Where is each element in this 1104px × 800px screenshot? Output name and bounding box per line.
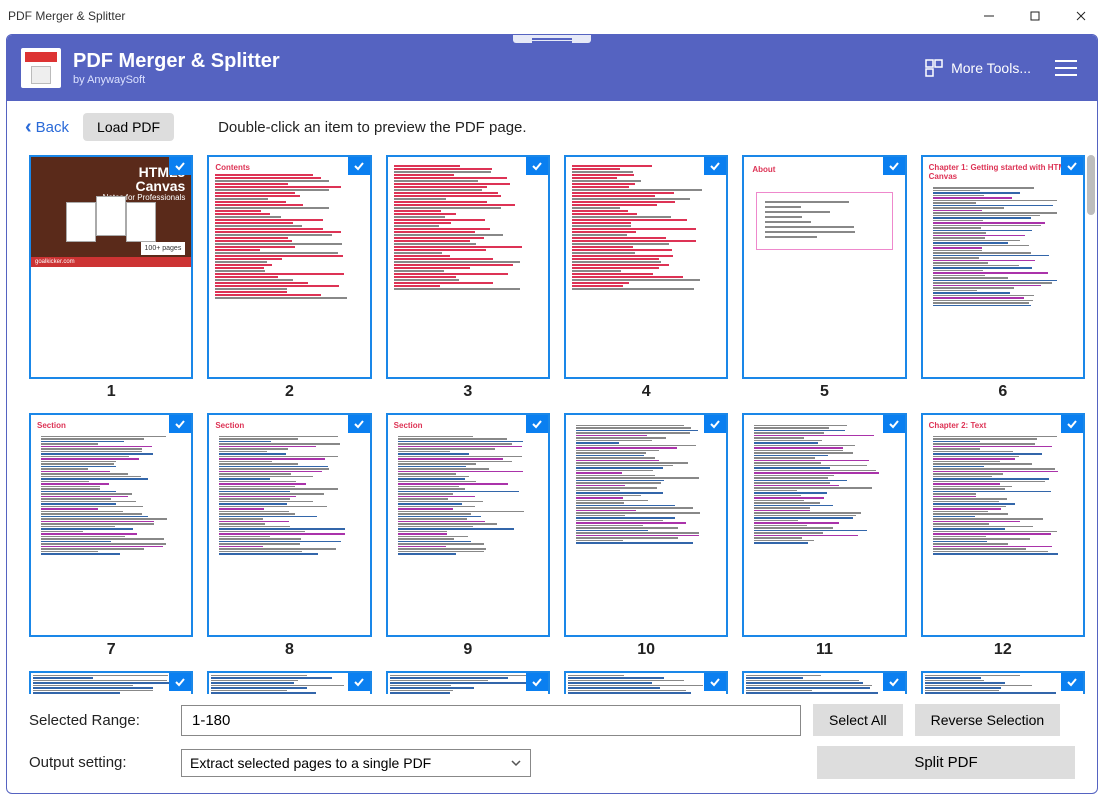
page-thumbnail[interactable]: Chapter 1: Getting started with HTML5 Ca… — [921, 155, 1085, 401]
page-thumbnail[interactable] — [29, 671, 193, 694]
selected-check-icon — [1061, 673, 1083, 691]
page-thumbnail[interactable]: Section7 — [29, 413, 193, 659]
selected-check-icon — [348, 673, 370, 691]
page-thumbnail[interactable]: Section8 — [207, 413, 371, 659]
reverse-selection-button[interactable]: Reverse Selection — [915, 704, 1061, 736]
page-thumbnail[interactable]: 3 — [386, 155, 550, 401]
menu-button[interactable] — [1051, 56, 1081, 80]
pages-area: HTML5CanvasNotes for Professionals100+ p… — [7, 151, 1097, 694]
page-thumbnail[interactable] — [207, 671, 371, 694]
page-number: 1 — [107, 383, 116, 401]
page-thumbnail[interactable] — [386, 671, 550, 694]
bottom-panel: Selected Range: Select All Reverse Selec… — [7, 694, 1097, 793]
selected-check-icon — [1061, 157, 1083, 175]
app-title: PDF Merger & Splitter — [73, 50, 925, 72]
page-number: 6 — [998, 383, 1007, 401]
page-number: 9 — [463, 641, 472, 659]
selected-check-icon — [348, 415, 370, 433]
page-thumbnail[interactable]: 11 — [742, 413, 906, 659]
scrollbar[interactable] — [1087, 155, 1095, 215]
split-pdf-button[interactable]: Split PDF — [817, 746, 1075, 779]
selected-check-icon — [526, 157, 548, 175]
page-number: 2 — [285, 383, 294, 401]
app-logo-icon — [21, 48, 61, 88]
page-thumbnail[interactable]: HTML5CanvasNotes for Professionals100+ p… — [29, 155, 193, 401]
selected-check-icon — [526, 415, 548, 433]
page-number: 7 — [107, 641, 116, 659]
selected-check-icon — [526, 673, 548, 691]
output-select-value: Extract selected pages to a single PDF — [190, 755, 431, 771]
window-minimize-button[interactable] — [966, 0, 1012, 32]
selected-check-icon — [704, 673, 726, 691]
page-number: 4 — [642, 383, 651, 401]
page-thumbnail[interactable]: About5 — [742, 155, 906, 401]
page-number: 11 — [816, 641, 833, 659]
page-thumbnail[interactable]: Chapter 2: Text12 — [921, 413, 1085, 659]
more-tools-button[interactable]: More Tools... — [925, 59, 1031, 77]
page-thumbnail[interactable]: Section9 — [386, 413, 550, 659]
load-pdf-button[interactable]: Load PDF — [83, 113, 174, 141]
page-number: 8 — [285, 641, 294, 659]
selected-check-icon — [883, 415, 905, 433]
output-label: Output setting: — [29, 754, 169, 771]
grid-icon — [925, 59, 943, 77]
selected-check-icon — [1061, 415, 1083, 433]
app-subtitle: by AnywaySoft — [73, 74, 925, 86]
drag-handle[interactable] — [512, 34, 592, 44]
page-number: 5 — [820, 383, 829, 401]
range-label: Selected Range: — [29, 712, 169, 729]
chevron-down-icon — [510, 757, 522, 769]
more-tools-label: More Tools... — [951, 60, 1031, 76]
page-number: 3 — [463, 383, 472, 401]
toolbar: Back Load PDF Double-click an item to pr… — [7, 101, 1097, 151]
page-thumbnail[interactable] — [564, 671, 728, 694]
hint-text: Double-click an item to preview the PDF … — [218, 119, 526, 136]
page-thumbnail[interactable]: 10 — [564, 413, 728, 659]
range-input[interactable] — [181, 705, 801, 736]
selected-check-icon — [169, 415, 191, 433]
page-thumbnail[interactable]: 4 — [564, 155, 728, 401]
selected-check-icon — [169, 673, 191, 691]
page-number: 10 — [637, 641, 655, 659]
selected-check-icon — [704, 415, 726, 433]
window-titlebar: PDF Merger & Splitter — [0, 0, 1104, 32]
page-number: 12 — [994, 641, 1012, 659]
window-title: PDF Merger & Splitter — [8, 9, 125, 23]
selected-check-icon — [883, 673, 905, 691]
select-all-button[interactable]: Select All — [813, 704, 903, 736]
selected-check-icon — [348, 157, 370, 175]
output-select[interactable]: Extract selected pages to a single PDF — [181, 749, 531, 777]
selected-check-icon — [169, 157, 191, 175]
back-button[interactable]: Back — [25, 119, 69, 136]
page-thumbnail[interactable] — [921, 671, 1085, 694]
window-close-button[interactable] — [1058, 0, 1104, 32]
selected-check-icon — [883, 157, 905, 175]
page-thumbnail[interactable]: Contents2 — [207, 155, 371, 401]
selected-check-icon — [704, 157, 726, 175]
window-maximize-button[interactable] — [1012, 0, 1058, 32]
app-header: PDF Merger & Splitter by AnywaySoft More… — [7, 35, 1097, 101]
page-thumbnail[interactable] — [742, 671, 906, 694]
